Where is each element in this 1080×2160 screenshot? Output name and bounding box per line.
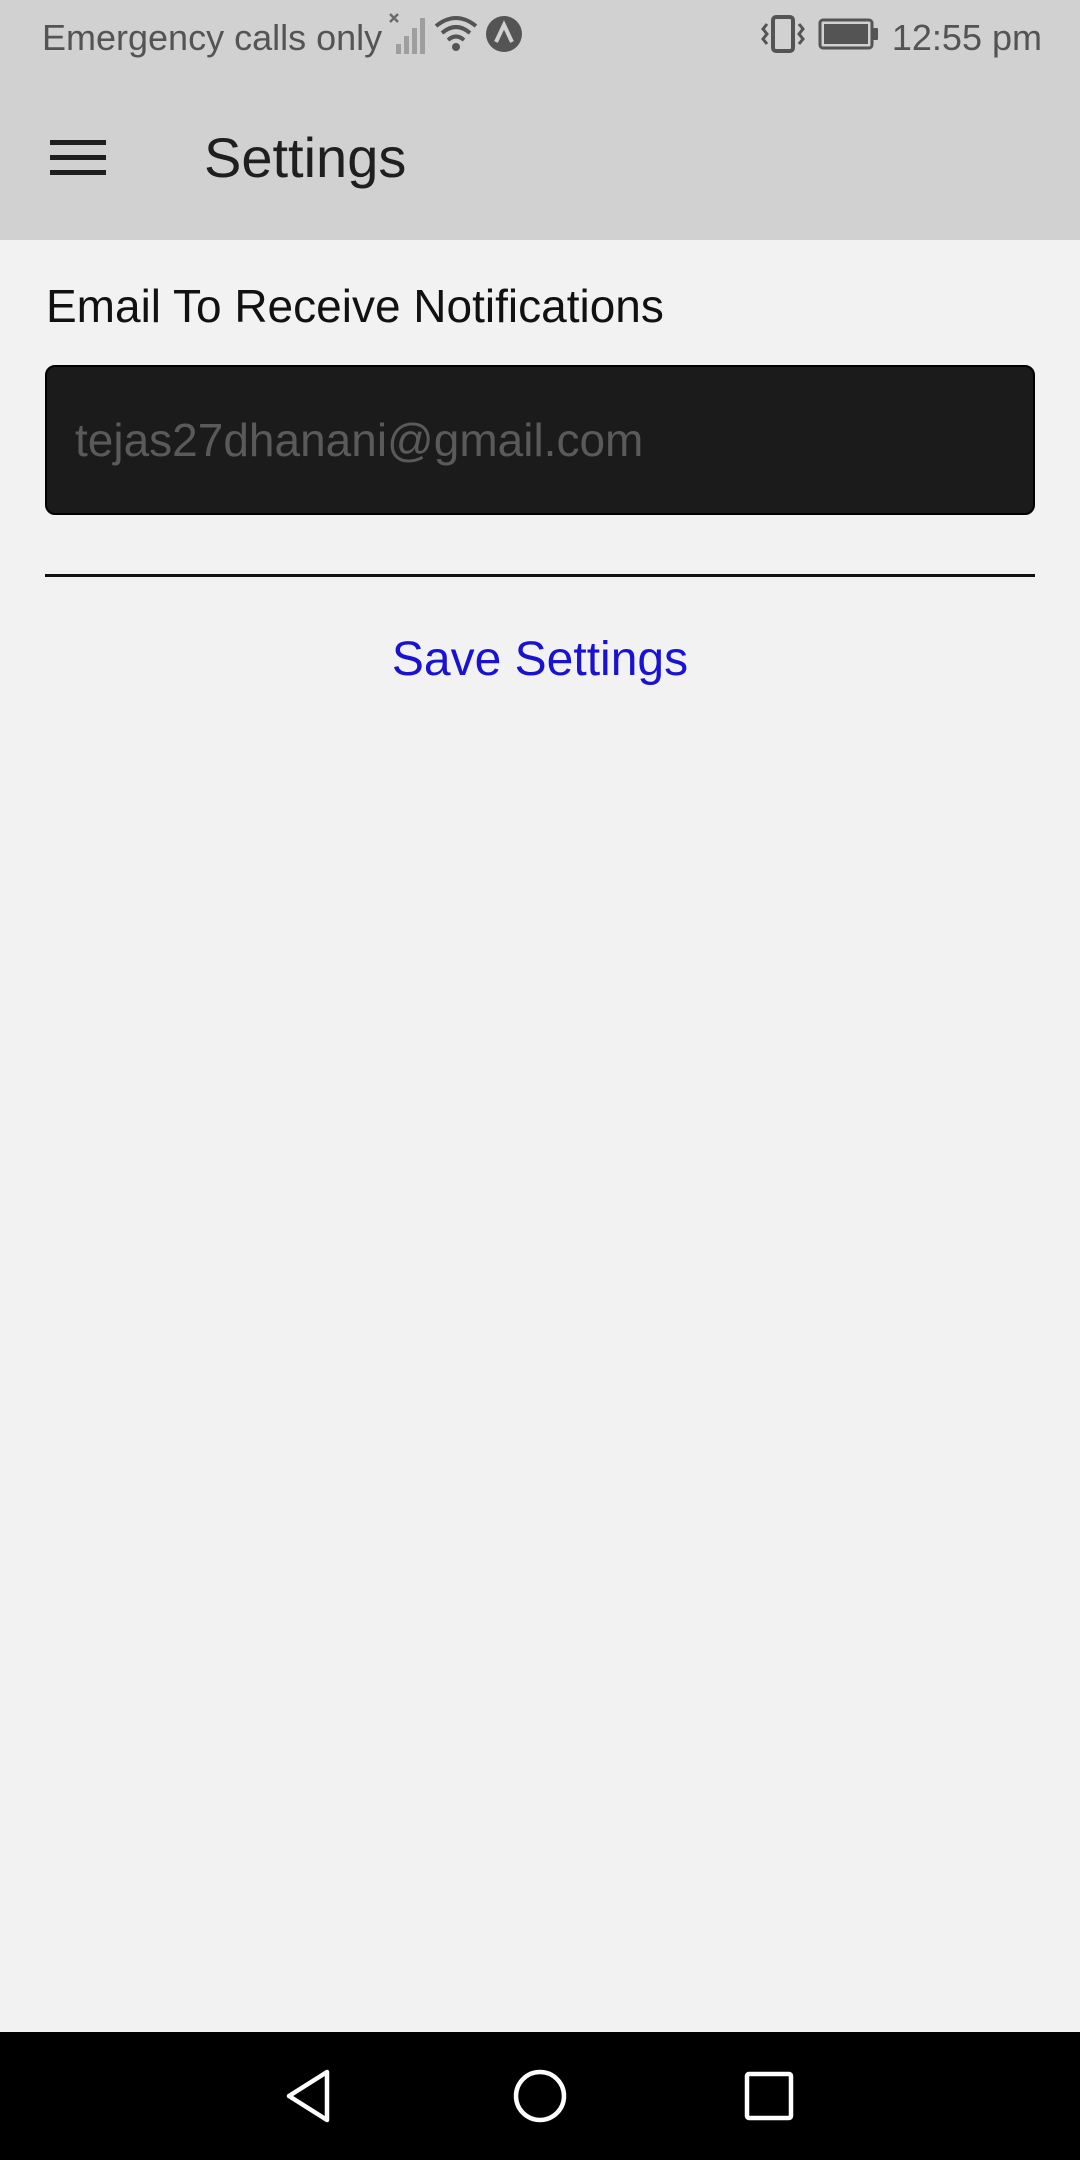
hamburger-menu-icon xyxy=(50,140,106,175)
email-field-label: Email To Receive Notifications xyxy=(46,280,664,332)
status-left: Emergency calls only xyxy=(42,12,524,65)
home-icon xyxy=(513,2069,567,2123)
carrier-status-text: Emergency calls only xyxy=(42,17,383,58)
page-title: Settings xyxy=(204,126,407,189)
battery-icon xyxy=(818,17,880,60)
vpn-icon xyxy=(484,14,524,63)
divider xyxy=(45,574,1035,577)
email-field[interactable] xyxy=(45,365,1035,515)
settings-screen: Emergency calls only 12:55 pm Settings E… xyxy=(0,0,1080,2160)
status-bar: Emergency calls only 12:55 pm xyxy=(0,0,1080,76)
navigation-bar xyxy=(0,2032,1080,2160)
clock-time: 12:55 pm xyxy=(891,17,1042,58)
wifi-icon xyxy=(434,14,478,63)
home-button[interactable] xyxy=(500,2056,580,2136)
recents-button[interactable] xyxy=(729,2056,809,2136)
menu-button[interactable] xyxy=(36,116,120,200)
status-right: 12:55 pm xyxy=(760,14,1042,62)
no-signal-icon xyxy=(388,12,428,65)
app-bar: Settings xyxy=(0,76,1080,240)
back-button[interactable] xyxy=(269,2056,349,2136)
save-settings-button[interactable]: Save Settings xyxy=(0,620,1080,700)
recents-icon xyxy=(744,2071,794,2121)
back-icon xyxy=(286,2069,330,2123)
vibrate-icon xyxy=(760,14,806,63)
